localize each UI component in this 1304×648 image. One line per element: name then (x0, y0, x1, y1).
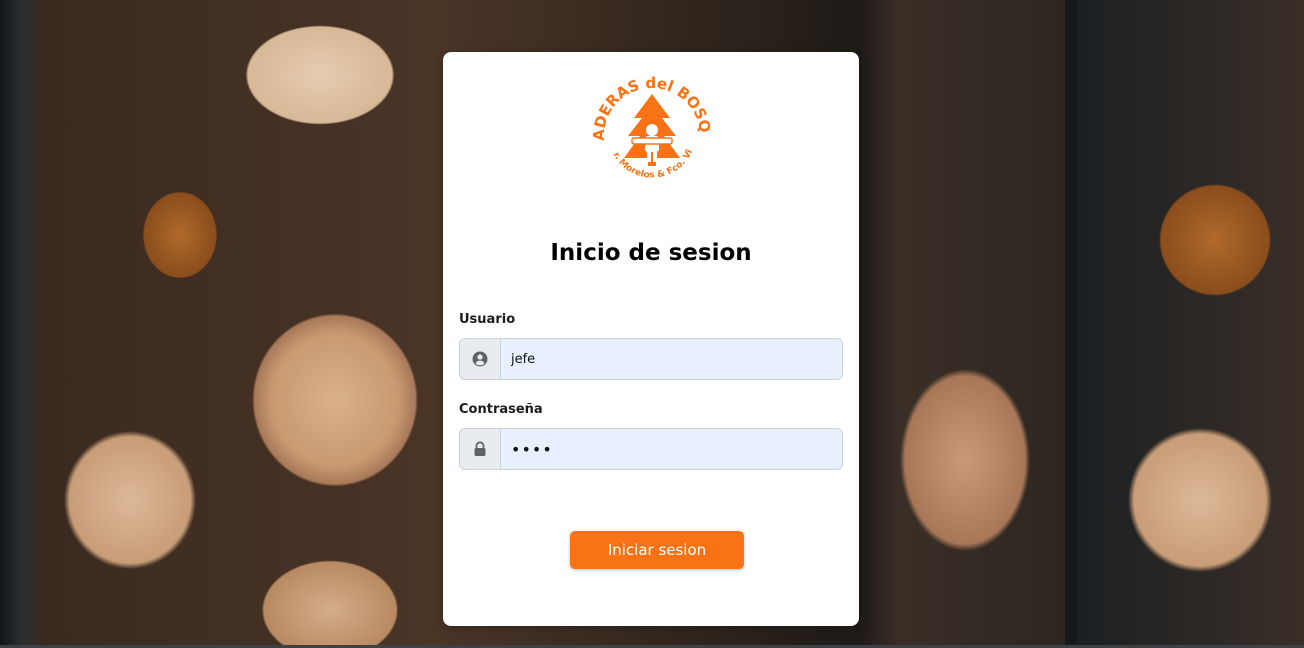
user-circle-icon (460, 339, 501, 379)
password-input[interactable] (501, 429, 842, 469)
company-logo: MADERAS del BOSQUE Blvr. Morelos & Fco. … (590, 72, 714, 181)
lock-icon (460, 429, 501, 469)
login-card: MADERAS del BOSQUE Blvr. Morelos & Fco. … (443, 52, 859, 626)
username-input[interactable] (501, 339, 842, 379)
login-button[interactable]: Iniciar sesion (570, 531, 744, 569)
username-label: Usuario (459, 312, 516, 327)
password-label: Contraseña (459, 402, 543, 417)
username-field (459, 338, 843, 380)
page-title: Inicio de sesion (550, 240, 752, 266)
background-frame-left (0, 0, 22, 648)
password-field (459, 428, 843, 470)
background-frame-right (1065, 0, 1077, 648)
